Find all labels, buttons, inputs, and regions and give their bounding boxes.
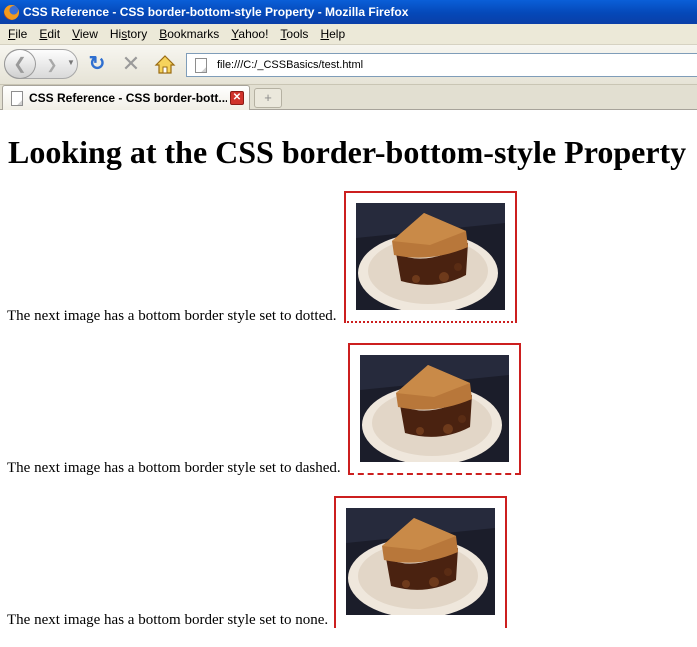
page-heading: Looking at the CSS border-bottom-style P… xyxy=(8,134,687,170)
close-tab-icon[interactable]: ✕ xyxy=(230,91,244,105)
plus-icon: + xyxy=(264,90,272,105)
paragraph-dashed: The next image has a bottom border style… xyxy=(7,460,341,476)
reload-icon: ↻ xyxy=(88,53,106,75)
menu-edit[interactable]: Edit xyxy=(33,27,66,41)
paragraph-dotted: The next image has a bottom border style… xyxy=(7,308,337,324)
forward-button[interactable]: ❯ xyxy=(41,54,63,76)
menu-bookmarks[interactable]: Bookmarks xyxy=(153,27,225,41)
menu-tools[interactable]: Tools xyxy=(274,27,314,41)
menu-view[interactable]: View xyxy=(66,27,104,41)
tab-label: CSS Reference - CSS border-bott... xyxy=(29,91,227,105)
tab-strip: CSS Reference - CSS border-bott... ✕ + xyxy=(0,85,697,110)
reload-button[interactable]: ↻ xyxy=(86,54,108,76)
page-content: Looking at the CSS border-bottom-style P… xyxy=(0,110,697,647)
pie-image-none-frame xyxy=(334,496,507,628)
stop-button[interactable]: ✕ xyxy=(120,51,142,76)
window-titlebar: CSS Reference - CSS border-bottom-style … xyxy=(0,0,697,24)
menu-file[interactable]: File xyxy=(2,27,33,41)
back-button[interactable]: ❮ xyxy=(4,49,36,79)
home-icon xyxy=(154,55,176,74)
stop-icon: ✕ xyxy=(121,51,141,76)
tab-page-icon xyxy=(11,90,23,106)
pie-image-dotted-frame xyxy=(344,191,517,323)
pie-image xyxy=(360,355,509,462)
pie-image xyxy=(346,508,495,615)
paragraph-none: The next image has a bottom border style… xyxy=(7,612,329,628)
menu-bar: File Edit View History Bookmarks Yahoo! … xyxy=(0,24,697,45)
dropdown-icon: ▼ xyxy=(67,58,75,67)
back-icon: ❮ xyxy=(13,56,27,73)
firefox-logo-icon xyxy=(4,4,19,20)
forward-icon: ❯ xyxy=(46,57,58,72)
tab-css-reference[interactable]: CSS Reference - CSS border-bott... ✕ xyxy=(2,85,250,110)
page-icon xyxy=(195,57,207,73)
menu-help[interactable]: Help xyxy=(314,27,351,41)
history-dropdown-button[interactable]: ▼ xyxy=(67,58,75,67)
pie-image-dashed-frame xyxy=(348,343,521,475)
back-forward-group: ❮ ❯ ▼ xyxy=(4,49,78,79)
menu-history[interactable]: History xyxy=(104,27,153,41)
home-button[interactable] xyxy=(154,54,176,76)
address-bar[interactable]: file:///C:/_CSSBasics/test.html xyxy=(186,53,697,77)
navigation-toolbar: ❮ ❯ ▼ ↻ ✕ file:///C:/_CSSBasics/test.htm… xyxy=(0,45,697,85)
menu-yahoo[interactable]: Yahoo! xyxy=(225,27,274,41)
pie-image xyxy=(356,203,505,310)
new-tab-button[interactable]: + xyxy=(254,88,282,108)
window-title: CSS Reference - CSS border-bottom-style … xyxy=(23,5,409,19)
url-text[interactable]: file:///C:/_CSSBasics/test.html xyxy=(217,59,363,71)
